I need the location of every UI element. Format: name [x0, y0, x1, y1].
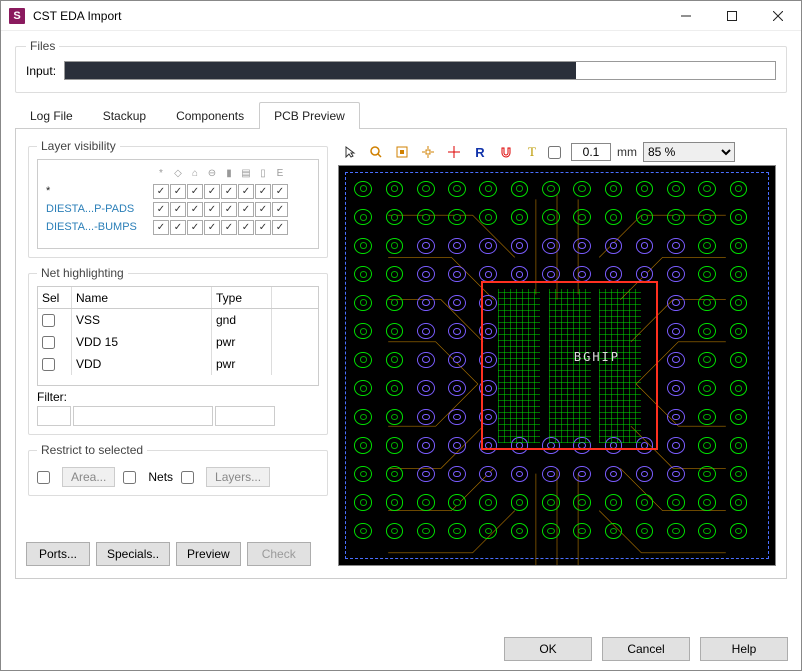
- titlebar: S CST EDA Import: [1, 1, 801, 31]
- net-sel-checkbox[interactable]: [42, 358, 55, 371]
- filter-label: Filter:: [37, 390, 319, 404]
- ports-button[interactable]: Ports...: [26, 542, 90, 566]
- layer-visibility-group: Layer visibility * ◇ ⌂ ⊖ ▮ ▤ ▯ E *: [28, 139, 328, 258]
- pcb-chip-label: BGHIP: [574, 350, 620, 364]
- pan-icon[interactable]: [418, 142, 438, 162]
- restrict-group: Restrict to selected Area... Nets Layers…: [28, 443, 328, 496]
- files-group: Files Input:: [15, 39, 787, 93]
- net-col-type[interactable]: Type: [212, 287, 272, 308]
- restrict-nets-checkbox[interactable]: [123, 471, 136, 484]
- filter-name-input[interactable]: [73, 406, 213, 426]
- layer-col-icon: ▮: [221, 166, 237, 181]
- files-legend: Files: [26, 39, 59, 53]
- filter-sel-input[interactable]: [37, 406, 71, 426]
- maximize-button[interactable]: [709, 1, 755, 31]
- input-progress-fill: [65, 62, 576, 79]
- pcb-chip-bumps: [599, 289, 641, 443]
- rotate-r-icon[interactable]: R: [470, 142, 490, 162]
- tab-pcb-preview[interactable]: PCB Preview: [259, 102, 360, 129]
- restrict-layers-button[interactable]: Layers...: [206, 467, 270, 487]
- grid-size-input[interactable]: [571, 143, 611, 161]
- layer-visibility-legend: Layer visibility: [37, 139, 120, 153]
- tab-body: Layer visibility * ◇ ⌂ ⊖ ▮ ▤ ▯ E *: [15, 129, 787, 579]
- layer-row-all[interactable]: *: [42, 185, 152, 197]
- restrict-layers-checkbox[interactable]: [181, 471, 194, 484]
- layer-col-icon: ▯: [255, 166, 271, 181]
- layer-col-e: E: [272, 166, 288, 181]
- help-button[interactable]: Help: [700, 637, 788, 661]
- restrict-nets-label: Nets: [148, 470, 173, 484]
- pcb-canvas[interactable]: BGHIP: [338, 165, 776, 566]
- specials-button[interactable]: Specials..: [96, 542, 170, 566]
- check-button[interactable]: Check: [247, 542, 311, 566]
- preview-button[interactable]: Preview: [176, 542, 241, 566]
- pcb-toolbar: R T mm 85 %: [338, 139, 776, 165]
- net-row[interactable]: VSS gnd: [38, 309, 318, 331]
- restrict-area-checkbox[interactable]: [37, 471, 50, 484]
- net-col-name[interactable]: Name: [72, 287, 212, 308]
- layer-row-bumps[interactable]: DIESTA...-BUMPS: [42, 221, 152, 233]
- window-title: CST EDA Import: [33, 9, 663, 23]
- input-progress: [64, 61, 776, 80]
- net-row[interactable]: VDD pwr: [38, 353, 318, 375]
- layer-visibility-grid[interactable]: * ◇ ⌂ ⊖ ▮ ▤ ▯ E * ✓✓✓✓✓✓✓✓ DIESTA...: [37, 159, 319, 249]
- pcb-chip-bumps: [498, 289, 540, 443]
- restrict-area-button[interactable]: Area...: [62, 467, 115, 487]
- zoom-select[interactable]: 85 %: [643, 142, 735, 162]
- app-logo-icon: S: [9, 8, 25, 24]
- net-highlight-group: Net highlighting Sel Name Type VSS gnd: [28, 266, 328, 435]
- net-table[interactable]: Sel Name Type VSS gnd VDD 15 pwr: [37, 286, 319, 386]
- tab-log-file[interactable]: Log File: [15, 102, 88, 129]
- restrict-legend: Restrict to selected: [37, 443, 147, 457]
- pcb-board-outline: BGHIP: [345, 172, 769, 559]
- layer-row-pads[interactable]: DIESTA...P-PADS: [42, 203, 152, 215]
- tab-stackup[interactable]: Stackup: [88, 102, 161, 129]
- net-row[interactable]: VDD 15 pwr: [38, 331, 318, 353]
- filter-type-input[interactable]: [215, 406, 275, 426]
- unit-label: mm: [617, 145, 637, 159]
- net-sel-checkbox[interactable]: [42, 336, 55, 349]
- fit-icon[interactable]: [392, 142, 412, 162]
- pcb-chip-bumps: [549, 289, 591, 443]
- zoom-icon[interactable]: [366, 142, 386, 162]
- layer-col-icon: ⊖: [204, 166, 220, 181]
- text-icon[interactable]: T: [522, 142, 542, 162]
- net-col-sel[interactable]: Sel: [38, 287, 72, 308]
- move-icon[interactable]: [444, 142, 464, 162]
- layer-col-star: *: [153, 166, 169, 181]
- input-label: Input:: [26, 64, 56, 78]
- layer-col-icon: ⌂: [187, 166, 203, 181]
- cancel-button[interactable]: Cancel: [602, 637, 690, 661]
- minimize-button[interactable]: [663, 1, 709, 31]
- layer-col-icon: ◇: [170, 166, 186, 181]
- close-button[interactable]: [755, 1, 801, 31]
- magnet-icon[interactable]: [496, 142, 516, 162]
- dialog-footer: OK Cancel Help: [504, 637, 788, 661]
- net-highlight-legend: Net highlighting: [37, 266, 128, 280]
- pointer-icon[interactable]: [340, 142, 360, 162]
- tab-bar: Log File Stackup Components PCB Preview: [15, 101, 787, 129]
- layer-col-icon: ▤: [238, 166, 254, 181]
- ok-button[interactable]: OK: [504, 637, 592, 661]
- grid-toggle-checkbox[interactable]: [548, 146, 561, 159]
- net-sel-checkbox[interactable]: [42, 314, 55, 327]
- tab-components[interactable]: Components: [161, 102, 259, 129]
